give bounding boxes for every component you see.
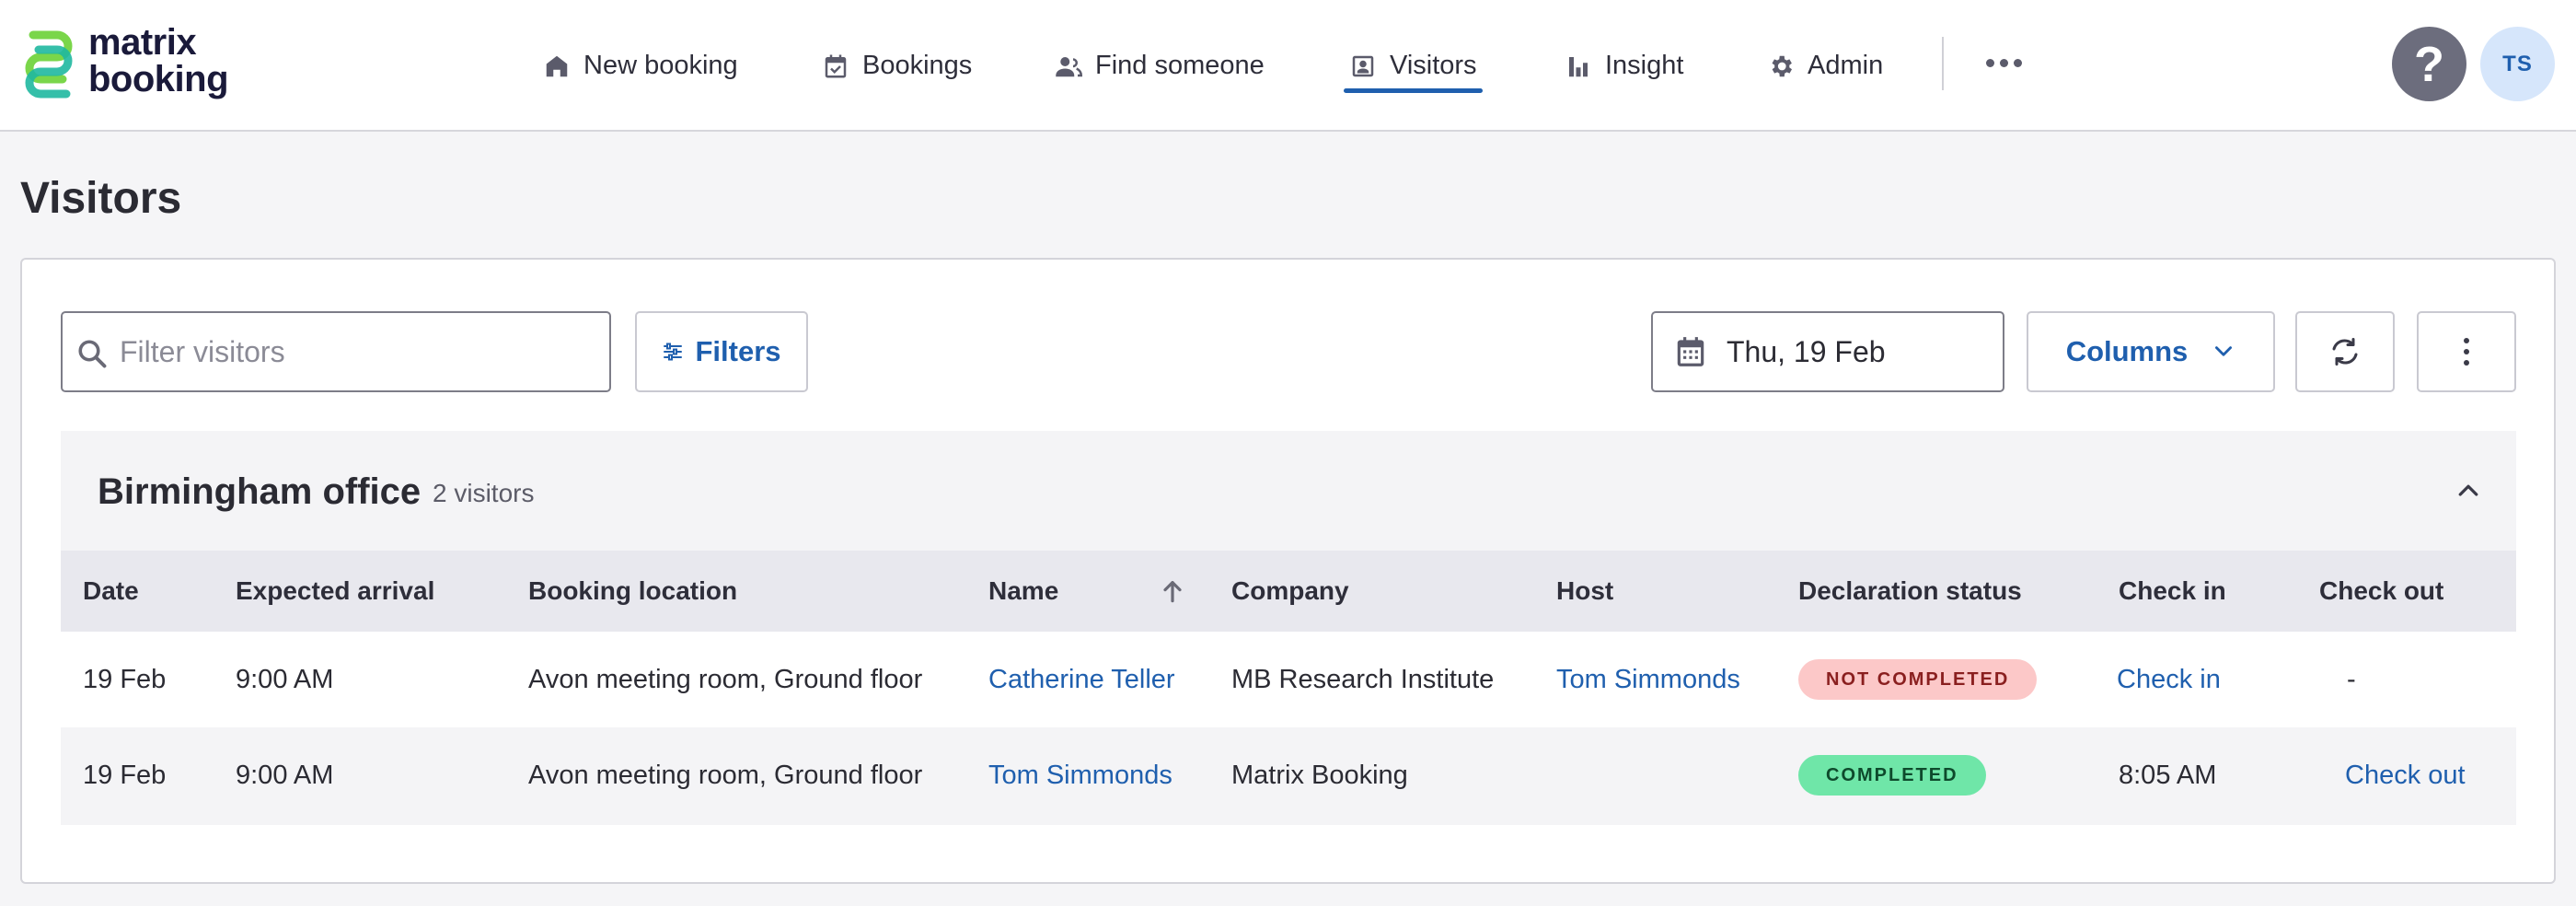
cell-declaration-status: NOT COMPLETED [1798,632,2038,727]
table-row[interactable]: 19 Feb 9:00 AM Avon meeting room, Ground… [61,632,2516,727]
check-in-link[interactable]: Check in [2117,632,2221,727]
cell-check-out: - [2347,664,2356,694]
search-box[interactable] [61,311,611,392]
chevron-down-icon [2215,346,2233,356]
host-name-link[interactable]: Tom Simmonds [1556,632,1740,727]
cell-expected-arrival: 9:00 AM [236,664,334,694]
logo-line-2: booking [88,59,229,99]
cell-check-in-time: 8:05 AM [2119,760,2217,790]
user-avatar[interactable]: TS [2480,27,2555,101]
cell-date: 19 Feb [83,760,167,790]
table-header-row: Date Expected arrival Booking location N… [61,551,2516,632]
nav-item-admin[interactable]: Admin [1767,0,1883,132]
more-dot-icon [1985,58,1994,67]
table-row[interactable]: 19 Feb 9:00 AM Avon meeting room, Ground… [61,727,2516,823]
collapse-group-button[interactable] [2446,468,2490,512]
refresh-icon [2332,338,2358,366]
filters-label: Filters [695,335,781,367]
more-dot-icon [2013,58,2022,67]
group-title: Birmingham office [98,471,422,512]
sliders-icon [664,343,683,361]
column-header-booking-location[interactable]: Booking location [528,551,737,632]
nav-item-label: Admin [1808,51,1884,80]
kebab-dot-icon [2464,349,2469,354]
nav-item-insight[interactable]: Insight [1565,0,1683,132]
nav-item-label: Find someone [1095,51,1265,80]
columns-button[interactable]: Columns [2027,311,2275,392]
visitor-name-link[interactable]: Tom Simmonds [988,727,1172,823]
top-navigation-bar: matrix booking New booking Bookings Find… [0,0,2576,132]
matrix-booking-logo[interactable]: matrix booking [20,24,250,103]
cell-date: 19 Feb [83,664,167,694]
column-header-check-in[interactable]: Check in [2119,551,2226,632]
nav-item-label: Insight [1605,51,1684,80]
location-group-birmingham: Birmingham office 2 visitors Date Expect… [61,431,2516,825]
status-badge: NOT COMPLETED [1798,659,2038,700]
group-header[interactable]: Birmingham office 2 visitors [61,431,2516,551]
column-header-check-out[interactable]: Check out [2319,551,2443,632]
search-icon [78,340,107,368]
visitor-name-link[interactable]: Catherine Teller [988,632,1175,727]
more-nav-button[interactable] [1983,44,2024,81]
logo-wordmark: matrix booking [88,22,229,99]
refresh-button[interactable] [2295,311,2395,392]
column-header-host[interactable]: Host [1556,551,1613,632]
check-out-link[interactable]: Check out [2345,727,2466,823]
cell-declaration-status: COMPLETED [1798,727,1986,823]
page-title: Visitors [20,174,182,223]
logo-mark-icon [25,30,73,99]
cell-expected-arrival: 9:00 AM [236,760,334,790]
nav-item-find-someone[interactable]: Find someone [1055,0,1265,132]
nav-item-label: Bookings [862,51,973,80]
bar-chart-icon [1569,56,1588,76]
column-header-company[interactable]: Company [1231,551,1349,632]
sort-ascending-icon[interactable] [1158,576,1187,606]
search-input[interactable] [120,334,609,369]
kebab-dot-icon [2464,360,2469,366]
group-visitor-count: 2 visitors [433,479,535,507]
cell-booking-location: Avon meeting room, Ground floor [528,664,923,694]
nav-item-bookings[interactable]: Bookings [822,0,972,132]
more-dot-icon [1999,58,2008,67]
cell-booking-location: Avon meeting room, Ground floor [528,760,923,790]
nav-item-label: Visitors [1390,51,1477,80]
calendar-icon [1677,337,1704,366]
people-icon [1056,56,1082,76]
column-header-expected-arrival[interactable]: Expected arrival [236,551,434,632]
help-button[interactable]: ? [2392,27,2466,101]
logo-line-1: matrix [88,22,197,63]
cell-company: Matrix Booking [1231,760,1408,790]
gear-icon [1772,55,1792,76]
status-badge: COMPLETED [1798,755,1986,796]
cell-company: MB Research Institute [1231,664,1495,694]
visitors-card: Filters Thu, 19 Feb Columns Birmingham o… [20,258,2556,884]
column-header-declaration-status[interactable]: Declaration status [1798,551,2022,632]
columns-label: Columns [2065,335,2189,367]
nav-item-label: New booking [583,51,738,80]
home-icon [546,55,568,76]
nav-item-visitors[interactable]: Visitors [1344,0,1483,132]
more-options-button[interactable] [2417,311,2516,392]
nav-item-new-booking[interactable]: New booking [543,0,738,132]
filters-button[interactable]: Filters [635,311,808,392]
column-header-name[interactable]: Name [988,551,1058,632]
visitor-badge-icon [1352,55,1374,76]
chevron-up-icon [2458,484,2478,496]
nav-divider [1942,37,1944,90]
date-picker-button[interactable]: Thu, 19 Feb [1651,311,2004,392]
kebab-dot-icon [2464,338,2469,343]
column-header-date[interactable]: Date [83,551,139,632]
calendar-check-icon [825,54,847,77]
date-label: Thu, 19 Feb [1727,334,1886,368]
